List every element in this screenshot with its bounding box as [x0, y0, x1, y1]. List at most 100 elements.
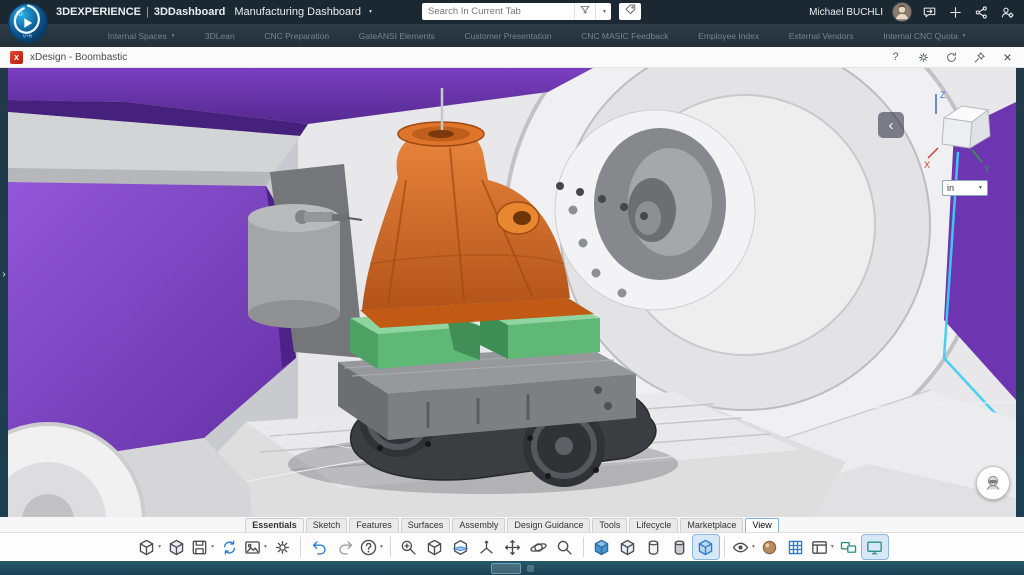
- redo-icon[interactable]: [332, 535, 358, 559]
- z-axis-label: Z: [940, 90, 946, 100]
- dashboard-tab[interactable]: CNC Preparation: [264, 31, 329, 41]
- search-bar: ▼: [422, 3, 641, 20]
- axis-triad-icon[interactable]: [474, 535, 500, 559]
- hide-show-icon[interactable]: ▼: [730, 535, 757, 559]
- hidden-line-style-icon[interactable]: [667, 535, 693, 559]
- dashboard-tab[interactable]: Internal CNC Quota▼: [883, 31, 966, 41]
- chevron-left-icon: ‹: [889, 118, 894, 133]
- toolbar-separator: [300, 537, 301, 557]
- iso-view-icon[interactable]: [422, 535, 448, 559]
- ribbon-tab-design-guidance[interactable]: Design Guidance: [507, 518, 590, 532]
- dashboard-tab[interactable]: GateANSI Elements: [359, 31, 435, 41]
- search-input[interactable]: [422, 3, 574, 20]
- platform-top-bar: 3DEXPERIENCE | 3DDashboard Manufacturing…: [0, 0, 1024, 24]
- left-panel-strip[interactable]: ›: [0, 68, 8, 517]
- dashboard-tab[interactable]: Customer Presentation: [464, 31, 551, 41]
- 3ds-compass-logo[interactable]: 3D V+R: [7, 2, 49, 44]
- funnel-icon: [579, 3, 591, 21]
- toolbar-separator: [390, 537, 391, 557]
- ribbon-tab-bar: EssentialsSketchFeaturesSurfacesAssembly…: [0, 517, 1024, 532]
- add-content-icon[interactable]: [947, 4, 964, 21]
- refresh-button[interactable]: [945, 50, 958, 64]
- dashboard-tab[interactable]: External Vendors: [789, 31, 854, 41]
- zoom-fit-icon[interactable]: [552, 535, 578, 559]
- brand-app: 3DDashboard: [154, 6, 226, 18]
- ribbon-tab-view[interactable]: View: [745, 518, 778, 532]
- close-button[interactable]: ×: [1001, 50, 1014, 64]
- dashboard-tab[interactable]: Internal Spaces▼: [108, 31, 176, 41]
- expand-panel-icon[interactable]: ›: [2, 270, 5, 280]
- shaded-edges-style-icon[interactable]: [615, 535, 641, 559]
- tag-button[interactable]: [619, 3, 641, 20]
- platform-brand: 3DEXPERIENCE | 3DDashboard Manufacturing…: [56, 0, 373, 24]
- dashboard-tab[interactable]: CNC MASIC Feedback: [581, 31, 668, 41]
- taskbar-dot[interactable]: [527, 565, 534, 572]
- panel-layout-icon[interactable]: ▼: [809, 535, 836, 559]
- dashboard-tab-bar: Internal Spaces▼ 3DLean CNC Preparation Gat…: [0, 24, 1024, 47]
- units-dropdown[interactable]: in ▼: [942, 180, 988, 196]
- right-panel-strip[interactable]: [1016, 68, 1024, 517]
- tag-icon: [624, 3, 637, 21]
- sync-icon[interactable]: [216, 535, 242, 559]
- undo-icon[interactable]: [306, 535, 332, 559]
- ribbon-tab-marketplace[interactable]: Marketplace: [680, 518, 743, 532]
- toolbar-separator: [724, 537, 725, 557]
- ribbon-tab-surfaces[interactable]: Surfaces: [401, 518, 451, 532]
- search-filter-funnel-icon[interactable]: [574, 3, 595, 20]
- view-cube[interactable]: Z X Y: [924, 86, 1000, 174]
- orbit-icon[interactable]: [526, 535, 552, 559]
- model-box-icon[interactable]: [163, 535, 189, 559]
- avatar[interactable]: [892, 2, 912, 22]
- work-grid-icon[interactable]: [783, 535, 809, 559]
- zoom-area-icon[interactable]: [396, 535, 422, 559]
- help-icon[interactable]: ▼: [358, 535, 385, 559]
- ribbon-tab-assembly[interactable]: Assembly: [452, 518, 505, 532]
- profile-settings-icon[interactable]: [999, 4, 1016, 21]
- window-controls: ?×: [889, 50, 1014, 64]
- render-material-icon[interactable]: [757, 535, 783, 559]
- ribbon-tab-tools[interactable]: Tools: [592, 518, 627, 532]
- top-bar-right: Michael BUCHLI: [809, 0, 1016, 24]
- ribbon-tab-sketch[interactable]: Sketch: [306, 518, 348, 532]
- dashboard-tab[interactable]: Employee Index: [698, 31, 759, 41]
- assistant-button[interactable]: [976, 466, 1010, 500]
- share-icon[interactable]: [973, 4, 990, 21]
- screen-share-icon[interactable]: [862, 535, 888, 559]
- xdesign-window: x xDesign - Boombastic ?×: [0, 47, 1024, 561]
- pan-icon[interactable]: [500, 535, 526, 559]
- dashboard-name[interactable]: Manufacturing Dashboard: [234, 6, 361, 18]
- rotary-cylinder: [248, 204, 340, 328]
- ribbon-tab-lifecycle[interactable]: Lifecycle: [629, 518, 678, 532]
- units-caret-icon: ▼: [978, 185, 983, 191]
- brand-3dexperience: 3DEXPERIENCE: [56, 6, 141, 18]
- user-name[interactable]: Michael BUCHLI: [809, 7, 883, 18]
- section-view-icon[interactable]: [448, 535, 474, 559]
- status-bar: [0, 561, 1024, 575]
- dashboard-caret-icon[interactable]: ▼: [368, 9, 373, 15]
- new-design-icon[interactable]: ▼: [136, 535, 163, 559]
- 3d-viewport[interactable]: ‹ Z X Y in ▼: [8, 68, 1016, 517]
- ribbon-tab-essentials[interactable]: Essentials: [245, 518, 304, 532]
- shaded-style-icon[interactable]: [589, 535, 615, 559]
- help-button[interactable]: ?: [889, 50, 902, 64]
- collapse-panel-button[interactable]: ‹: [878, 112, 904, 138]
- pin-button[interactable]: [973, 50, 986, 64]
- settings-button[interactable]: [917, 50, 930, 64]
- multi-screen-icon[interactable]: [836, 535, 862, 559]
- capture-image-icon[interactable]: ▼: [242, 535, 269, 559]
- ribbon-tab-features[interactable]: Features: [349, 518, 399, 532]
- save-icon[interactable]: ▼: [189, 535, 216, 559]
- logo-text-vr: V+R: [23, 34, 33, 40]
- logo-text-3d: 3D: [16, 12, 23, 18]
- units-value: in: [947, 183, 954, 193]
- options-gear-icon[interactable]: [269, 535, 295, 559]
- taskbar-item[interactable]: [491, 563, 521, 574]
- wireframe-style-icon[interactable]: [641, 535, 667, 559]
- brand-divider: |: [146, 6, 149, 18]
- search-options-caret[interactable]: ▼: [595, 3, 611, 20]
- window-titlebar[interactable]: x xDesign - Boombastic ?×: [0, 47, 1024, 68]
- dashboard-tab[interactable]: 3DLean: [205, 31, 235, 41]
- ghost-style-icon[interactable]: [693, 535, 719, 559]
- top-bar-icons: [921, 4, 1016, 21]
- share-chat-icon[interactable]: [921, 4, 938, 21]
